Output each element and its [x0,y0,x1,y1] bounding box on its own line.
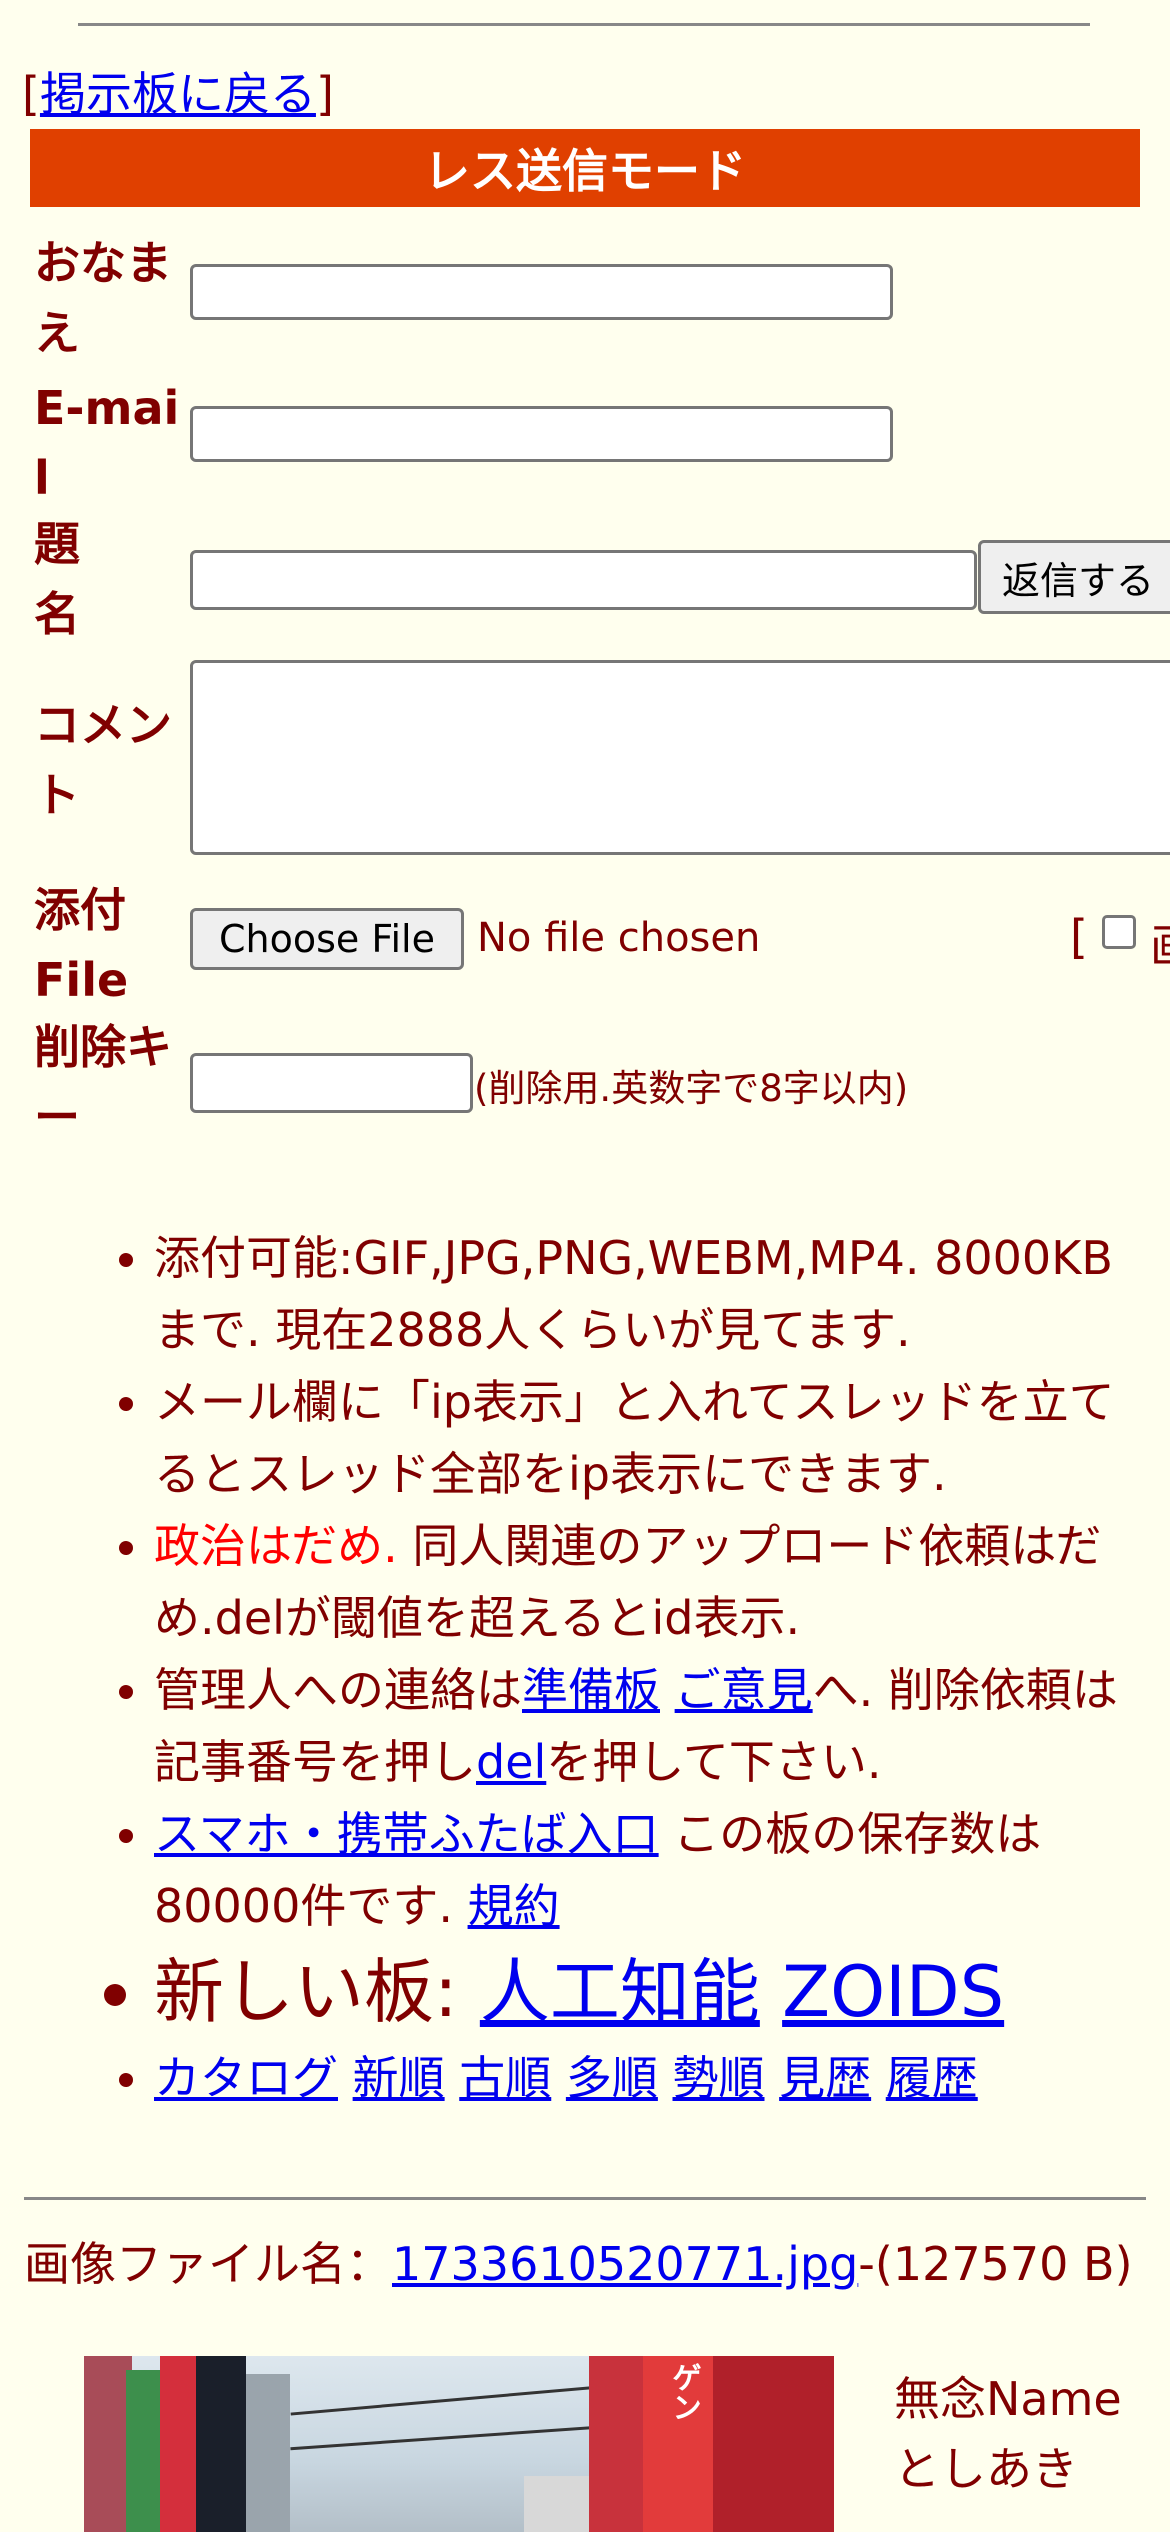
attach-label: 添付File [34,883,129,1007]
image-only-checkbox[interactable] [1102,915,1136,949]
delete-key-input[interactable] [190,1053,473,1113]
subject-label: 題名 [34,517,80,641]
thumb-sign-station [589,2356,643,2532]
new-boards-label: 新しい板: [154,1951,480,2033]
name-input[interactable] [190,264,893,320]
subject-input[interactable] [190,550,977,610]
note-ip-display: メール欄に「ip表示」と入れてスレッドを立てるとスレッド全部をip表示にできます… [154,1366,1150,1510]
thumb-building-left [84,2356,132,2532]
delete-key-label: 削除キー [34,1020,172,1144]
delete-key-note: (削除用.英数字で8字以内) [474,1067,909,1110]
thumb-sign-red [160,2356,196,2532]
thumb-building-right [713,2356,834,2532]
bracket-close: ] [315,67,334,121]
note-rules: 政治はだめ. 同人関連のアップロード依頼はだめ.delが閾値を超えるとid表示. [154,1510,1150,1654]
sort-most-link[interactable]: 多順 [566,2051,658,2105]
note-attach-info: 添付可能:GIF,JPG,PNG,WEBM,MP4. 8000KBまで. 現在2… [154,1222,1150,1366]
terms-link[interactable]: 規約 [468,1879,560,1933]
image-file-link[interactable]: 1733610520771.jpg [392,2237,858,2291]
back-nav: [掲示板に戻る] [22,58,334,124]
note-contact: 管理人への連絡は準備板 ご意見へ. 削除依頼は記事番号を押しdelを押して下さい… [154,1654,1150,1798]
contact-text-a: 管理人への連絡は [154,1663,522,1717]
thumb-pillar [246,2374,290,2532]
post-name-value: としあき [894,2442,1078,2496]
post-history-link[interactable]: 履歴 [886,2051,978,2105]
comment-textarea[interactable] [190,660,1170,855]
email-label: E-mail [34,381,180,505]
bracket-open: [ [22,67,40,121]
sort-oldest-link[interactable]: 古順 [459,2051,551,2105]
email-input[interactable] [190,406,893,462]
no-politics-warning: 政治はだめ. [154,1519,398,1573]
image-file-line: 画像ファイル名：1733610520771.jpg-(127570 B) [24,2234,1164,2294]
file-name-prefix: 画像ファイル名： [24,2237,392,2291]
thumb-sign-green [126,2370,160,2532]
post-name-label: 無念Name [894,2372,1122,2426]
sort-momentum-link[interactable]: 勢順 [673,2051,765,2105]
post-author: 無念Name としあき [894,2364,1122,2504]
thumb-sign-text: ゲン [666,2362,701,2422]
del-link[interactable]: del [476,1735,546,1789]
note-mobile: スマホ・携帯ふたば入口 この板の保存数は80000件です. 規約 [154,1798,1150,1942]
comment-label: コメント [34,698,172,822]
back-to-board-link[interactable]: 掲示板に戻る [40,67,316,121]
new-board-zoids-link[interactable]: ZOIDS [782,1951,1004,2033]
reply-mode-title: レス送信モード [30,129,1140,207]
no-file-text: No file chosen [477,915,761,961]
attach-option-label: 画 [1150,910,1170,976]
thumb-building-dark [196,2356,246,2532]
catalog-link[interactable]: カタログ [154,2051,338,2105]
choose-file-button[interactable]: Choose File [190,908,464,970]
file-size: -(127570 B) [858,2237,1133,2291]
note-new-boards: 新しい板: 人工知能 ZOIDS [154,1942,1150,2042]
post-thumbnail[interactable]: ゲン [84,2356,834,2532]
top-divider [78,23,1090,26]
name-label: おなまえ [34,236,172,360]
thread-divider [24,2197,1146,2200]
new-board-ai-link[interactable]: 人工知能 [480,1951,760,2033]
mobile-entrance-link[interactable]: スマホ・携帯ふたば入口 [154,1807,659,1861]
board-notes: 添付可能:GIF,JPG,PNG,WEBM,MP4. 8000KBまで. 現在2… [0,1222,1150,2114]
note-sort-links: カタログ 新順 古順 多順 勢順 見歴 履歴 [154,2042,1150,2114]
thumb-sign-gen: ゲン [643,2356,713,2532]
attach-option-bracket: [ [1070,910,1088,964]
viewed-history-link[interactable]: 見歴 [779,2051,871,2105]
contact-text-c: を押して下さい. [546,1735,882,1789]
prep-board-link[interactable]: 準備板 [522,1663,660,1717]
reply-submit-button[interactable]: 返信する [978,540,1170,614]
sort-newest-link[interactable]: 新順 [353,2051,445,2105]
feedback-link[interactable]: ご意見 [675,1663,813,1717]
